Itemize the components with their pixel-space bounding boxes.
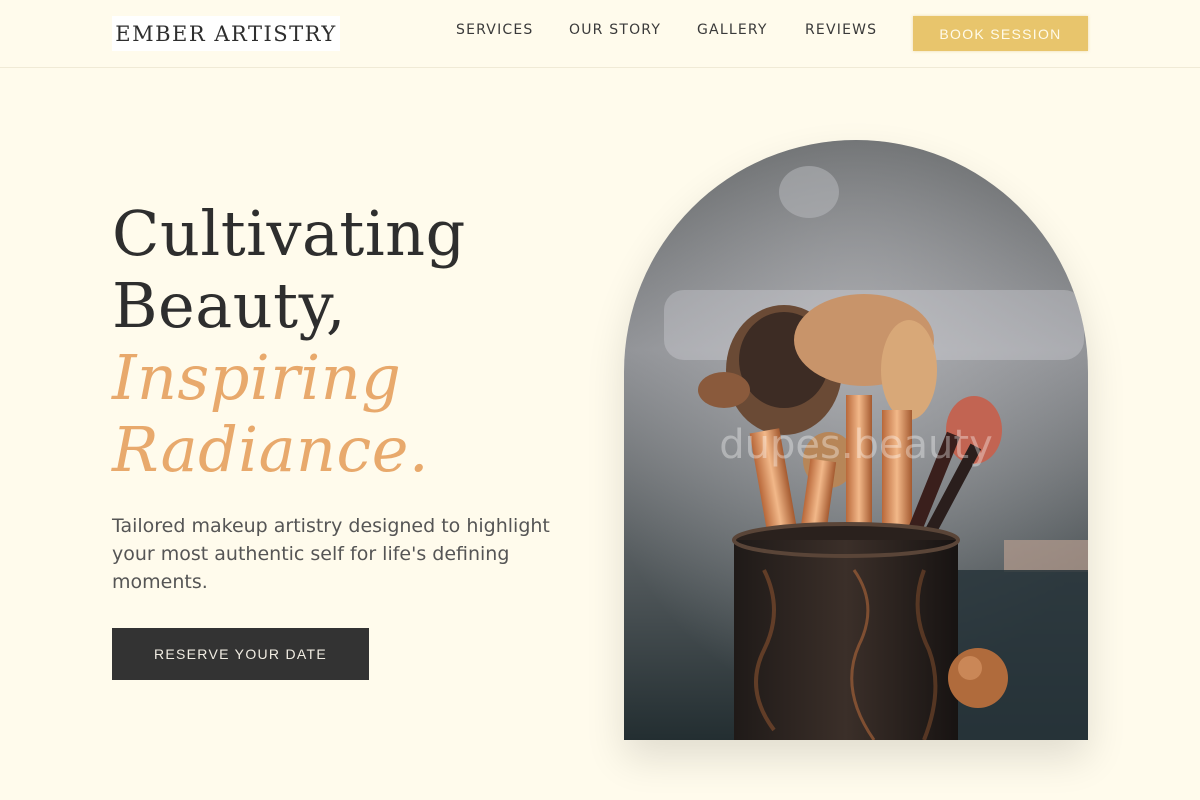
hero-description: Tailored makeup artistry designed to hig… [112, 515, 550, 593]
nav-reviews-link[interactable]: REVIEWS [805, 22, 877, 38]
headline-accent-line-1: Inspiring [112, 341, 402, 414]
image-watermark-text: dupes.beauty [719, 422, 993, 468]
hero-headline: Cultivating Beauty, Inspiring Radiance. [112, 198, 572, 486]
reserve-date-button[interactable]: RESERVE YOUR DATE [112, 628, 369, 680]
headline-accent-line-2: Radiance. [112, 413, 430, 486]
site-header: EMBER ARTISTRY SERVICES OUR STORY GALLER… [0, 0, 1200, 68]
headline-line-2: Beauty, [112, 269, 347, 342]
hero-image-makeup-brushes: dupes.beauty [624, 140, 1088, 740]
headline-line-1: Cultivating [112, 197, 466, 270]
makeup-brushes-illustration: dupes.beauty [624, 140, 1088, 740]
brand-logo[interactable]: EMBER ARTISTRY [112, 16, 340, 51]
book-session-button[interactable]: BOOK SESSION [913, 16, 1088, 51]
nav-gallery-link[interactable]: GALLERY [697, 22, 768, 38]
nav-our-story-link[interactable]: OUR STORY [569, 22, 661, 38]
nav-services-link[interactable]: SERVICES [456, 22, 534, 38]
